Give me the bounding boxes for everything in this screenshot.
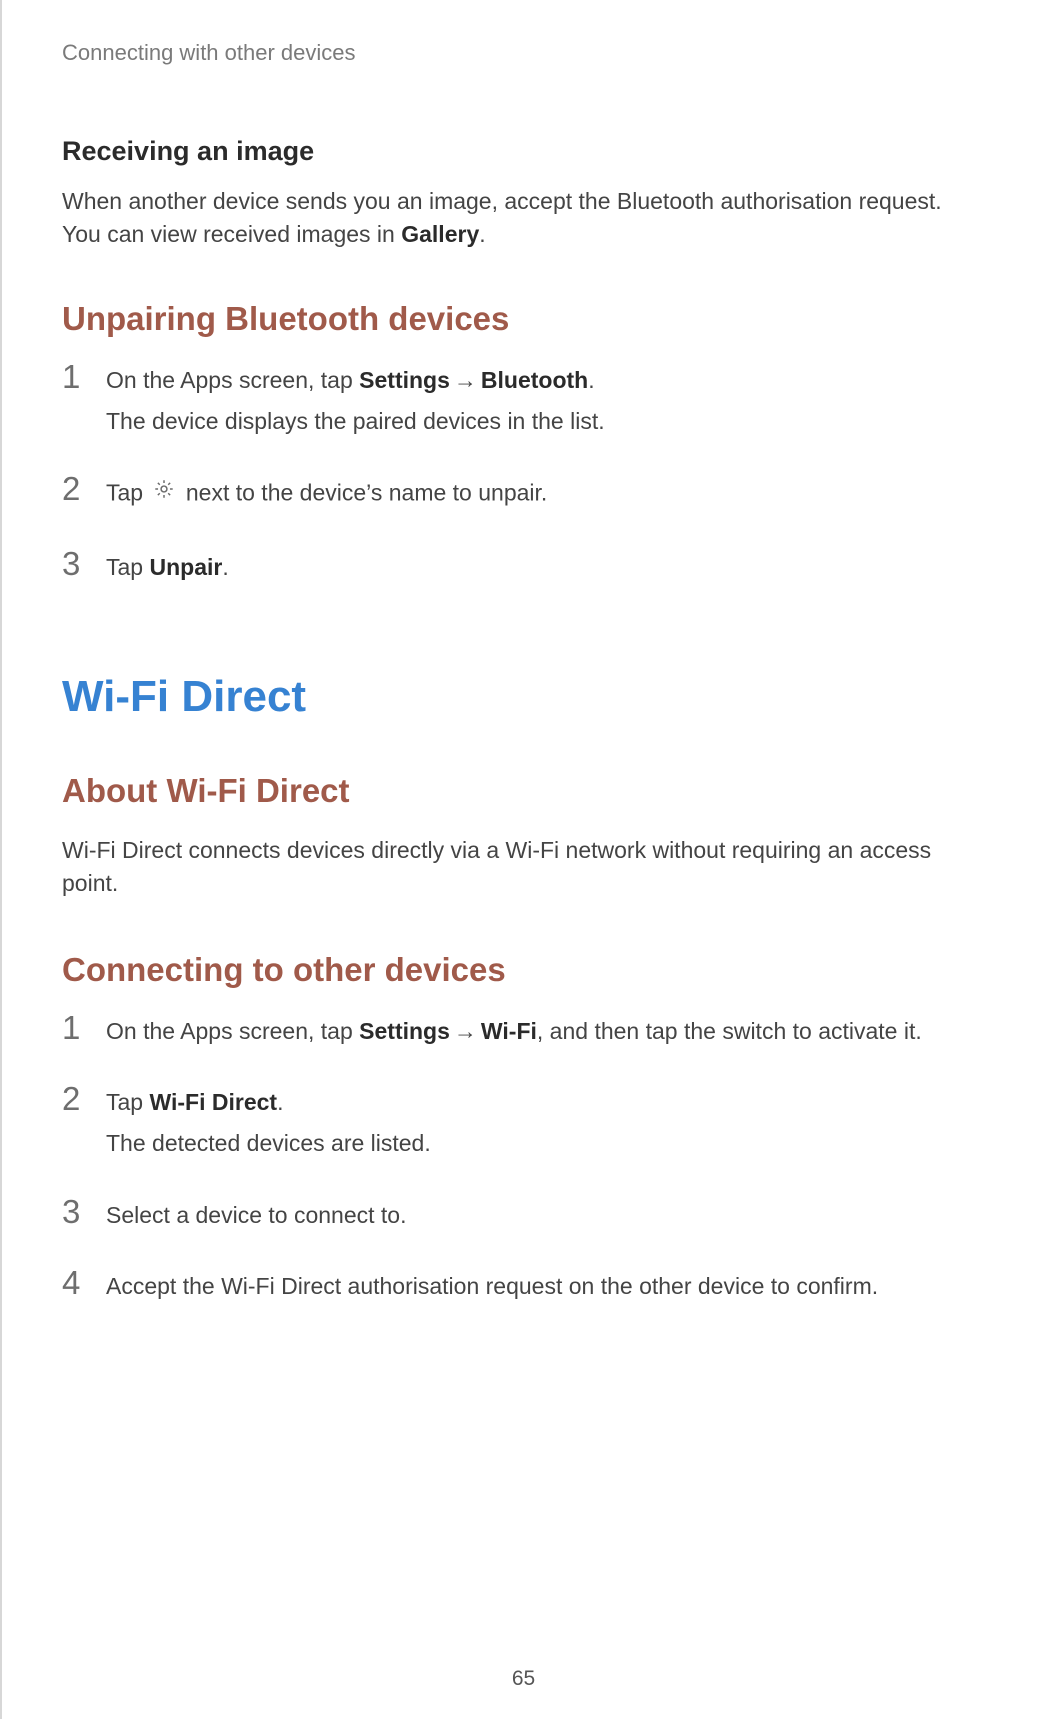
step-item: 2 Tap Wi-Fi Direct. The detected devices… <box>62 1084 985 1169</box>
step-number: 2 <box>62 472 106 505</box>
body-text-pre: When another device sends you an image, … <box>62 188 942 247</box>
step-item: 1 On the Apps screen, tap Settings→Wi-Fi… <box>62 1013 985 1056</box>
text: next to the device’s name to unpair. <box>179 480 547 506</box>
bold-text: Bluetooth <box>481 367 588 393</box>
step-body: Tap Wi-Fi Direct. The detected devices a… <box>106 1086 985 1169</box>
step-number: 1 <box>62 360 106 393</box>
step-body: On the Apps screen, tap Settings→Bluetoo… <box>106 364 985 447</box>
body-about: Wi-Fi Direct connects devices directly v… <box>62 834 985 901</box>
section-title-wifi-direct: Wi-Fi Direct <box>62 672 985 722</box>
step-item: 4 Accept the Wi-Fi Direct authorisation … <box>62 1268 985 1311</box>
bold-text: Unpair <box>149 554 222 580</box>
page-number: 65 <box>2 1667 1045 1691</box>
step-number: 2 <box>62 1082 106 1115</box>
step-item: 3 Tap Unpair. <box>62 549 985 592</box>
step-item: 3 Select a device to connect to. <box>62 1197 985 1240</box>
body-text-bold: Gallery <box>401 221 479 247</box>
gear-icon <box>153 476 175 509</box>
manual-page: Connecting with other devices Receiving … <box>0 0 1045 1719</box>
text: On the Apps screen, tap <box>106 1018 359 1044</box>
step-line: Tap Unpair. <box>106 551 985 584</box>
text: , and then tap the switch to activate it… <box>537 1018 922 1044</box>
arrow-icon: → <box>454 367 477 393</box>
step-number: 3 <box>62 1195 106 1228</box>
step-line: Tap Wi-Fi Direct. <box>106 1086 985 1119</box>
step-body: Accept the Wi-Fi Direct authorisation re… <box>106 1270 985 1311</box>
text: Tap <box>106 554 149 580</box>
bold-text: Settings <box>359 367 450 393</box>
step-line: The device displays the paired devices i… <box>106 405 985 438</box>
step-line: Select a device to connect to. <box>106 1199 985 1232</box>
step-number: 4 <box>62 1266 106 1299</box>
step-number: 1 <box>62 1011 106 1044</box>
step-number: 3 <box>62 547 106 580</box>
section-title-unpairing: Unpairing Bluetooth devices <box>62 300 985 338</box>
step-body: Tap Unpair. <box>106 551 985 592</box>
text: On the Apps screen, tap <box>106 367 359 393</box>
body-text-post: . <box>479 221 485 247</box>
step-item: 1 On the Apps screen, tap Settings→Bluet… <box>62 362 985 447</box>
step-line: On the Apps screen, tap Settings→Bluetoo… <box>106 364 985 397</box>
step-line: Accept the Wi-Fi Direct authorisation re… <box>106 1270 985 1303</box>
step-body: Tap next to the device’s name to unpair. <box>106 476 985 520</box>
step-item: 2 Tap next to the device’s name to unpai… <box>62 474 985 520</box>
bold-text: Settings <box>359 1018 450 1044</box>
text: . <box>588 367 594 393</box>
step-line: Tap next to the device’s name to unpair. <box>106 476 985 512</box>
step-body: Select a device to connect to. <box>106 1199 985 1240</box>
body-receiving: When another device sends you an image, … <box>62 185 985 252</box>
text: . <box>277 1089 283 1115</box>
breadcrumb: Connecting with other devices <box>62 40 985 66</box>
text: Tap <box>106 480 149 506</box>
bold-text: Wi-Fi Direct <box>149 1089 277 1115</box>
step-line: On the Apps screen, tap Settings→Wi-Fi, … <box>106 1015 985 1048</box>
text: Tap <box>106 1089 149 1115</box>
arrow-icon: → <box>454 1018 477 1044</box>
text: . <box>222 554 228 580</box>
bold-text: Wi-Fi <box>481 1018 537 1044</box>
section-title-connecting: Connecting to other devices <box>62 951 985 989</box>
step-line: The detected devices are listed. <box>106 1127 985 1160</box>
section-title-about: About Wi-Fi Direct <box>62 772 985 810</box>
section-title-receiving: Receiving an image <box>62 136 985 167</box>
step-body: On the Apps screen, tap Settings→Wi-Fi, … <box>106 1015 985 1056</box>
